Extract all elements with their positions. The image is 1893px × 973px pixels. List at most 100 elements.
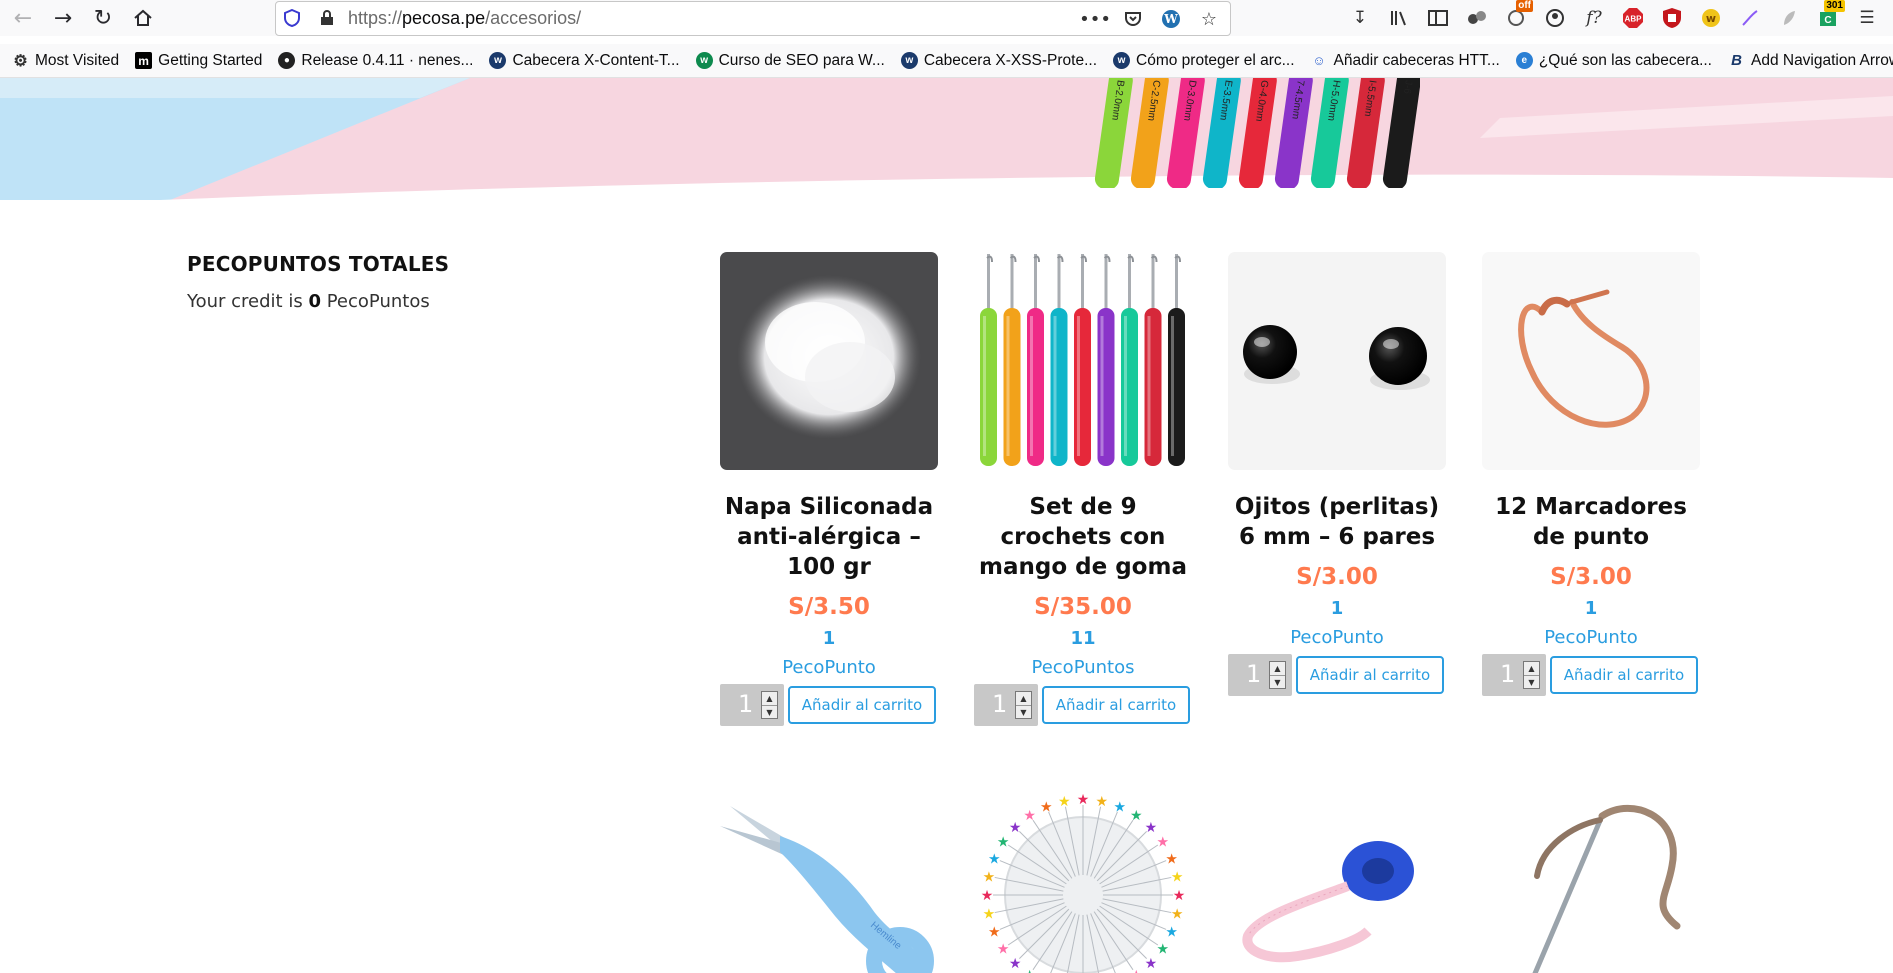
bookmark-label: Curso de SEO para W... (718, 51, 885, 69)
url-text[interactable]: https://pecosa.pe/accesorios/ (348, 8, 581, 29)
add-to-cart-button[interactable]: Añadir al carrito (1042, 686, 1190, 724)
quantity-spinner[interactable]: ▲ ▼ (1269, 661, 1286, 689)
bookmark-curso-seo[interactable]: w Curso de SEO para W... (695, 51, 885, 70)
bookmark-release[interactable]: ● Release 0.4.11 · nenes... (278, 52, 473, 70)
svg-text:★: ★ (1145, 820, 1158, 836)
spinner-down-icon[interactable]: ▼ (762, 705, 777, 718)
bookmark-label: Release 0.4.11 · nenes... (301, 51, 474, 69)
bookmark-que-son[interactable]: e ¿Qué son las cabecera... (1515, 52, 1712, 70)
seo-redirect-icon[interactable]: C 301 (1813, 0, 1845, 32)
product-card: Hemline (720, 786, 938, 973)
product-image-yarn-needle[interactable] (1482, 786, 1700, 973)
url-bar[interactable]: https://pecosa.pe/accesorios/ ••• W ☆ (275, 1, 1231, 36)
multi-account-icon[interactable] (1462, 4, 1492, 32)
spinner-down-icon[interactable]: ▼ (1524, 675, 1539, 688)
product-name[interactable]: Set de 9 crochets con mango de goma (974, 492, 1192, 582)
product-points-label: PecoPunto (782, 657, 876, 678)
spinner-up-icon[interactable]: ▲ (762, 692, 777, 705)
quantity-value[interactable]: 1 (1500, 660, 1515, 688)
svg-text:★: ★ (1023, 808, 1036, 824)
credit-text: Your credit is 0 PecoPuntos (187, 291, 430, 312)
add-to-cart-button[interactable]: Añadir al carrito (1550, 656, 1698, 694)
wordpress-icon[interactable]: W (1158, 6, 1184, 32)
bookmark-x-content[interactable]: w Cabecera X-Content-T... (489, 52, 680, 70)
font-finder-icon[interactable]: f? (1579, 4, 1609, 32)
quantity-stepper[interactable]: 1 ▲ ▼ (1228, 654, 1292, 696)
quantity-stepper[interactable]: 1 ▲ ▼ (974, 684, 1038, 726)
menu-icon[interactable]: ☰ (1852, 4, 1882, 32)
quantity-stepper[interactable]: 1 ▲ ▼ (1482, 654, 1546, 696)
svg-text:★: ★ (1157, 941, 1170, 957)
product-image-eyes[interactable] (1228, 252, 1446, 470)
back-arrow-icon[interactable]: ← (8, 4, 38, 32)
svg-text:★: ★ (1023, 968, 1036, 973)
downloads-icon[interactable]: ↧ (1345, 4, 1375, 32)
pecopuntos-title: PECOPUNTOS TOTALES (187, 252, 450, 276)
product-points-label: PecoPunto (1290, 627, 1384, 648)
quantity-value[interactable]: 1 (992, 690, 1007, 718)
product-points: 1 (1584, 598, 1598, 619)
bookmark-star-icon[interactable]: ☆ (1196, 6, 1222, 32)
tracking-shield-icon[interactable] (284, 9, 300, 27)
home-icon[interactable] (128, 4, 158, 32)
library-icon[interactable] (1384, 4, 1414, 32)
quantity-spinner[interactable]: ▲ ▼ (1015, 691, 1032, 719)
bookmark-como-proteger[interactable]: w Cómo proteger el arc... (1113, 52, 1295, 70)
product-name[interactable]: Napa Siliconada anti-alérgica – 100 gr (720, 492, 938, 582)
product-name[interactable]: Ojitos (perlitas) 6 mm – 6 pares (1228, 492, 1446, 552)
quantity-value[interactable]: 1 (1246, 660, 1261, 688)
quantity-value[interactable]: 1 (738, 690, 753, 718)
mozilla-icon: m (135, 52, 153, 69)
product-image-thread-snips[interactable]: Hemline (720, 786, 938, 973)
page-actions-icon[interactable]: ••• (1079, 6, 1111, 32)
reload-icon[interactable]: ↻ (88, 4, 118, 32)
lock-icon[interactable] (320, 10, 334, 26)
product-name[interactable]: 12 Marcadores de punto (1482, 492, 1700, 552)
add-to-cart-button[interactable]: Añadir al carrito (788, 686, 936, 724)
bookmark-getting-started[interactable]: m Getting Started (135, 52, 262, 70)
svg-text:★: ★ (983, 869, 996, 885)
spinner-up-icon[interactable]: ▲ (1524, 662, 1539, 675)
adblock-plus-icon[interactable]: ABP (1618, 4, 1648, 32)
bookmark-label: Cómo proteger el arc... (1136, 51, 1295, 69)
bookmark-most-visited[interactable]: ⚙ Most Visited (12, 52, 119, 70)
sidebar-icon[interactable] (1423, 4, 1453, 32)
bookmark-label: Cabecera X-XSS-Prote... (923, 51, 1098, 69)
product-image-measuring-tape[interactable] (1228, 786, 1446, 973)
svg-text:★: ★ (997, 835, 1010, 851)
add-to-cart-button[interactable]: Añadir al carrito (1296, 656, 1444, 694)
spinner-up-icon[interactable]: ▲ (1016, 692, 1031, 705)
quantity-spinner[interactable]: ▲ ▼ (1523, 661, 1540, 689)
svg-text:★: ★ (997, 941, 1010, 957)
svg-text:★: ★ (1113, 799, 1126, 815)
bookmark-add-navigation[interactable]: B Add Navigation Arrow... (1728, 52, 1893, 70)
account-icon[interactable] (1540, 4, 1570, 32)
forward-arrow-icon[interactable]: → (48, 4, 78, 32)
ublock-icon[interactable] (1657, 4, 1687, 32)
leaf-icon[interactable] (1774, 4, 1804, 32)
svg-text:★: ★ (1173, 888, 1186, 904)
bookmark-label: Add Navigation Arrow... (1750, 51, 1893, 69)
bookmark-x-xss[interactable]: w Cabecera X-XSS-Prote... (900, 51, 1098, 70)
quantity-spinner[interactable]: ▲ ▼ (761, 691, 778, 719)
spinner-up-icon[interactable]: ▲ (1270, 662, 1285, 675)
feather-icon[interactable] (1735, 4, 1765, 32)
product-image-pin-wheel[interactable]: ★★★★★★★★★★★★★★★★★★★★★★★★★★★★★★★★ (974, 786, 1192, 973)
product-card: 12 Marcadores de punto S/3.00 1 PecoPunt… (1482, 252, 1700, 696)
product-price: S/35.00 (1034, 594, 1132, 620)
svg-text:★: ★ (1165, 851, 1178, 867)
bookmark-anadir-cabeceras[interactable]: ☺ Añadir cabeceras HTT... (1311, 52, 1499, 70)
quantity-stepper[interactable]: 1 ▲ ▼ (720, 684, 784, 726)
product-image-crochets[interactable] (974, 252, 1192, 470)
product-card: ★★★★★★★★★★★★★★★★★★★★★★★★★★★★★★★★ (974, 786, 1192, 973)
spinner-down-icon[interactable]: ▼ (1016, 705, 1031, 718)
svg-text:★: ★ (1145, 956, 1158, 972)
product-price: S/3.00 (1296, 564, 1378, 590)
svg-text:★: ★ (1009, 820, 1022, 836)
pocket-icon[interactable] (1120, 6, 1146, 32)
product-image-stitch-markers[interactable] (1482, 252, 1700, 470)
product-image-fiberfill[interactable] (720, 252, 938, 470)
cookie-extension-icon[interactable]: off (1501, 0, 1533, 32)
wordpress-extension-icon[interactable]: w (1696, 4, 1726, 32)
spinner-down-icon[interactable]: ▼ (1270, 675, 1285, 688)
